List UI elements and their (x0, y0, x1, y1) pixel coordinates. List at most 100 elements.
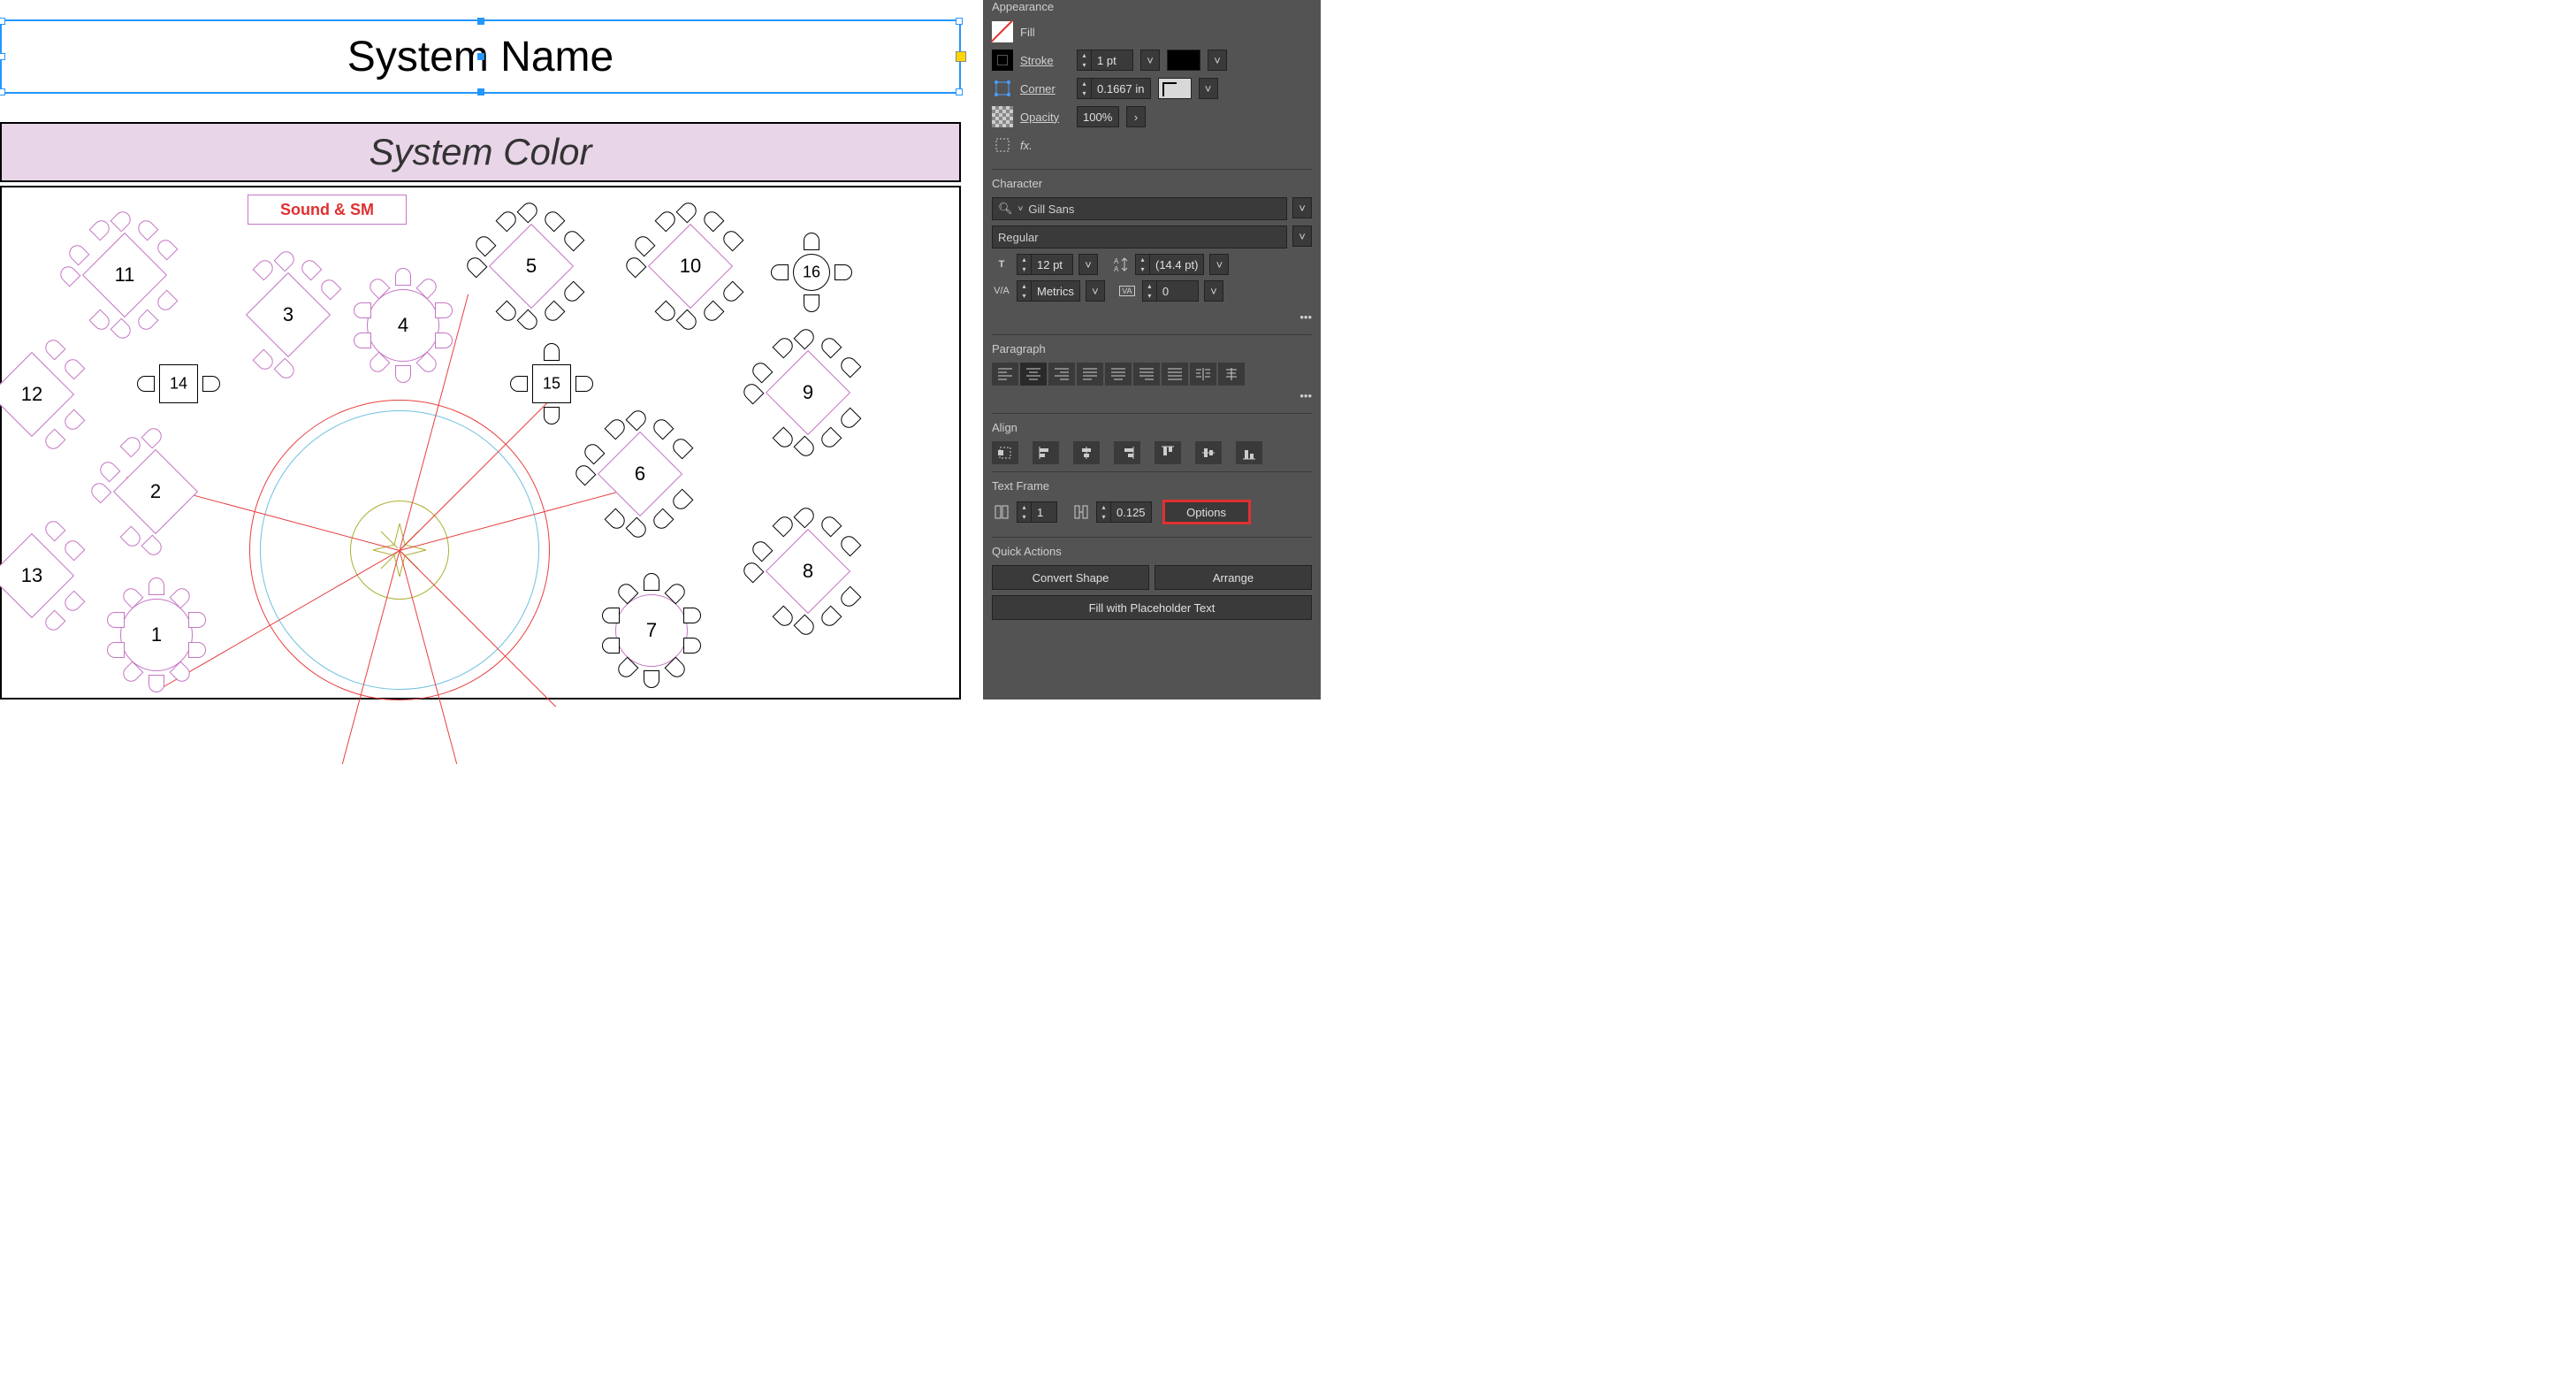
table-8[interactable]: 8 (778, 541, 838, 601)
selection-handle[interactable] (956, 88, 963, 96)
corner-style-swatch[interactable] (1158, 78, 1192, 99)
table-3[interactable]: 3 (258, 285, 318, 345)
appearance-section-title: Appearance (992, 0, 1312, 13)
align-section-title: Align (992, 421, 1312, 434)
stroke-color-swatch[interactable] (1167, 50, 1200, 71)
table-6[interactable]: 6 (610, 444, 670, 504)
table-2[interactable]: 2 (126, 462, 186, 522)
arrange-button[interactable]: Arrange (1155, 565, 1312, 590)
align-toward-spine-button[interactable] (1218, 363, 1245, 386)
font-style-input[interactable]: Regular (992, 226, 1287, 248)
kerning-dropdown[interactable]: ˅ (1086, 280, 1105, 302)
font-size-dropdown[interactable]: ˅ (1078, 254, 1098, 275)
align-center-button[interactable] (1020, 363, 1047, 386)
fill-swatch-icon[interactable] (992, 21, 1013, 42)
table-1[interactable]: 1 (120, 599, 193, 671)
columns-icon (992, 501, 1011, 523)
sound-sm-box[interactable]: Sound & SM (248, 195, 407, 225)
table-9[interactable]: 9 (778, 363, 838, 423)
selection-handle[interactable] (0, 53, 5, 60)
tracking-input[interactable]: ▴▾0 (1142, 280, 1199, 302)
justify-right-button[interactable] (1133, 363, 1160, 386)
corner-style-dropdown[interactable]: ˅ (1199, 78, 1218, 99)
title-text: System Name (347, 33, 614, 81)
svg-text:A: A (1114, 265, 1119, 272)
align-left-edges-button[interactable] (1033, 441, 1059, 464)
stroke-weight-input[interactable]: ▴▾1 pt (1077, 50, 1133, 71)
font-style-dropdown[interactable]: ˅ (1292, 226, 1312, 247)
corner-icon[interactable] (992, 78, 1013, 99)
opacity-input[interactable]: 100% (1077, 106, 1119, 127)
selection-handle[interactable] (0, 88, 5, 96)
align-bottom-edges-button[interactable] (1236, 441, 1262, 464)
align-to-button[interactable] (992, 441, 1018, 464)
align-away-spine-button[interactable] (1190, 363, 1216, 386)
corner-radius-input[interactable]: ▴▾0.1667 in (1077, 78, 1151, 99)
stroke-label[interactable]: Stroke (1020, 54, 1070, 67)
document-canvas[interactable]: System Name System Color Sound & SM 11 (0, 0, 983, 700)
font-size-input[interactable]: ▴▾12 pt (1017, 254, 1073, 275)
leading-dropdown[interactable]: ˅ (1209, 254, 1229, 275)
justify-all-button[interactable] (1162, 363, 1188, 386)
fx-target-icon[interactable] (992, 134, 1013, 156)
diagram-frame[interactable]: Sound & SM 11 3 5 (0, 186, 961, 700)
fill-label: Fill (1020, 26, 1070, 39)
paragraph-more-button[interactable]: ••• (992, 386, 1312, 406)
tracking-dropdown[interactable]: ˅ (1204, 280, 1223, 302)
fill-placeholder-button[interactable]: Fill with Placeholder Text (992, 595, 1312, 620)
selection-handle[interactable] (477, 88, 484, 96)
subtitle-text-frame[interactable]: System Color (0, 122, 961, 182)
convert-shape-button[interactable]: Convert Shape (992, 565, 1149, 590)
gutter-input[interactable]: ▴▾0.125 (1096, 501, 1152, 523)
leading-input[interactable]: ▴▾(14.4 pt) (1135, 254, 1204, 275)
align-right-button[interactable] (1048, 363, 1075, 386)
columns-input[interactable]: ▴▾1 (1017, 501, 1057, 523)
align-right-edges-button[interactable] (1114, 441, 1140, 464)
paragraph-align-group (992, 363, 1312, 386)
font-family-input[interactable]: 🔍︎˅ Gill Sans (992, 197, 1287, 220)
table-4[interactable]: 4 (367, 289, 439, 362)
align-left-button[interactable] (992, 363, 1018, 386)
svg-text:A: A (1114, 257, 1119, 265)
stroke-color-dropdown[interactable]: ˅ (1208, 50, 1227, 71)
table-14[interactable]: 14 (159, 364, 198, 403)
fx-label[interactable]: fx. (1020, 139, 1070, 152)
kerning-input[interactable]: ▴▾Metrics (1017, 280, 1080, 302)
text-frame-options-button[interactable]: Options (1162, 500, 1251, 524)
selection-handle[interactable] (0, 18, 5, 25)
table-7[interactable]: 7 (615, 594, 688, 667)
table-5[interactable]: 5 (501, 236, 561, 296)
font-family-dropdown[interactable]: ˅ (1292, 197, 1312, 218)
stroke-weight-dropdown[interactable]: ˅ (1140, 50, 1160, 71)
align-vertical-centers-button[interactable] (1195, 441, 1222, 464)
table-15[interactable]: 15 (532, 364, 571, 403)
leading-icon: AA (1110, 254, 1130, 275)
opacity-label[interactable]: Opacity (1020, 111, 1070, 124)
properties-panel: Appearance Fill Stroke ▴▾1 pt ˅ ˅ Corner… (983, 0, 1321, 700)
character-more-button[interactable]: ••• (992, 307, 1312, 327)
justify-center-button[interactable] (1105, 363, 1132, 386)
search-icon: 🔍︎ (998, 202, 1013, 216)
out-port-indicator[interactable] (956, 51, 966, 62)
table-16[interactable]: 16 (793, 254, 830, 291)
justify-left-button[interactable] (1077, 363, 1103, 386)
kerning-icon: V/A (992, 280, 1011, 302)
table-13[interactable]: 13 (2, 546, 62, 606)
character-section-title: Character (992, 177, 1312, 190)
opacity-icon (992, 106, 1013, 127)
selection-handle[interactable] (477, 18, 484, 25)
gutter-icon (1071, 501, 1091, 523)
opacity-dropdown[interactable]: › (1126, 106, 1146, 127)
title-text-frame[interactable]: System Name (0, 19, 961, 94)
tracking-icon: VA (1117, 280, 1137, 302)
table-10[interactable]: 10 (660, 236, 720, 296)
text-frame-section-title: Text Frame (992, 479, 1312, 493)
stroke-swatch-icon[interactable] (992, 50, 1013, 71)
table-11[interactable]: 11 (95, 245, 155, 305)
align-top-edges-button[interactable] (1155, 441, 1181, 464)
font-size-icon: T (992, 254, 1011, 275)
table-12[interactable]: 12 (2, 364, 62, 424)
selection-handle[interactable] (956, 18, 963, 25)
corner-label[interactable]: Corner (1020, 82, 1070, 96)
align-horizontal-centers-button[interactable] (1073, 441, 1100, 464)
